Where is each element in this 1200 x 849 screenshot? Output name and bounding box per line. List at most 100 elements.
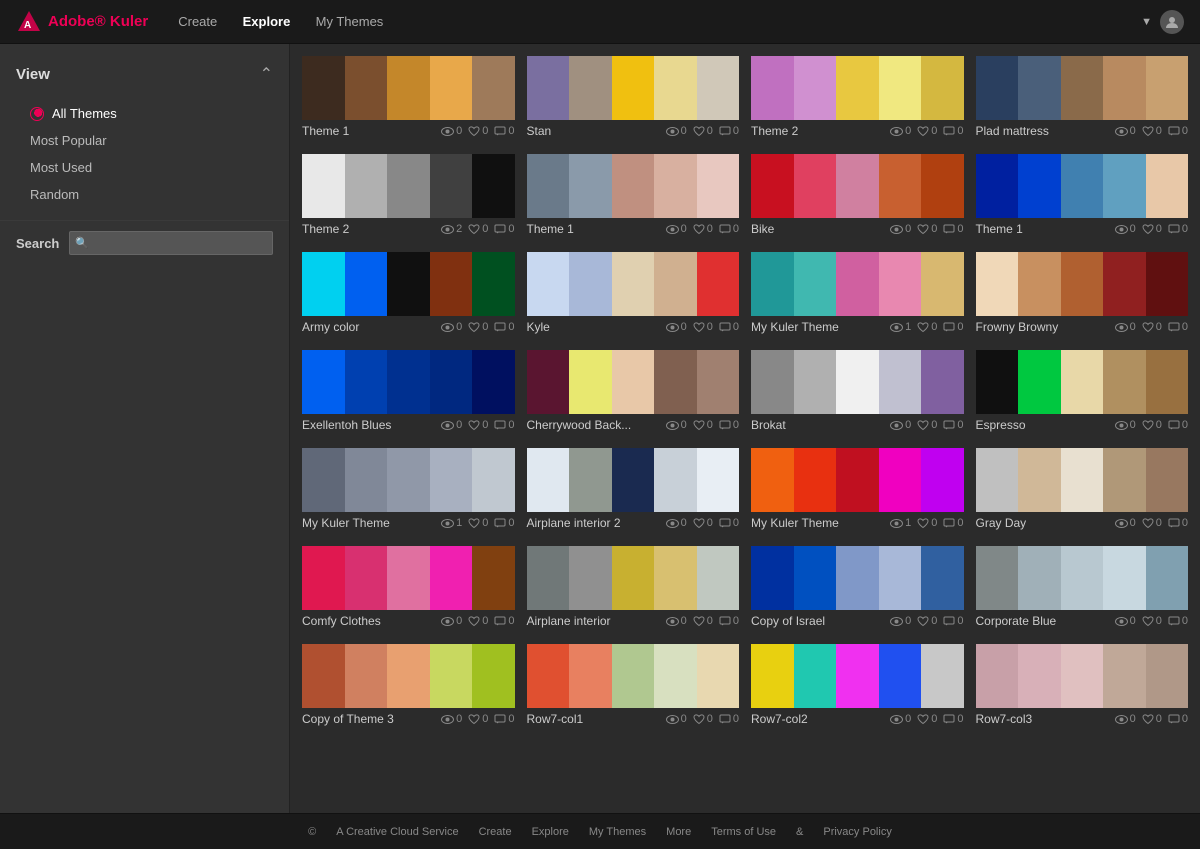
eye-icon (1115, 323, 1128, 332)
swatch-color (921, 546, 964, 610)
search-input[interactable] (69, 231, 273, 255)
theme-card[interactable]: My Kuler Theme 1 0 0 (751, 252, 964, 338)
heart-icon (917, 420, 929, 431)
swatch-color (1103, 154, 1146, 218)
theme-swatch (302, 546, 515, 610)
swatch-color (302, 56, 345, 120)
sidebar-item-all-themes[interactable]: All Themes (0, 100, 289, 127)
theme-swatch (527, 546, 740, 610)
footer-explore[interactable]: Explore (532, 826, 569, 838)
theme-stats: 0 0 0 (1115, 223, 1188, 235)
theme-card[interactable]: Exellentoh Blues 0 0 0 (302, 350, 515, 436)
likes-stat: 0 (693, 517, 713, 529)
theme-card[interactable]: Airplane interior 2 0 0 0 (527, 448, 740, 534)
footer-terms[interactable]: Terms of Use (711, 826, 776, 838)
swatch-color (569, 644, 612, 708)
theme-stats: 0 0 0 (890, 419, 963, 431)
theme-card[interactable]: Theme 2 2 0 0 (302, 154, 515, 240)
theme-stats: 0 0 0 (666, 125, 739, 137)
sidebar-view-header: View ⌃ (0, 56, 289, 92)
swatch-color (345, 448, 388, 512)
theme-card[interactable]: My Kuler Theme 1 0 0 (751, 448, 964, 534)
theme-card[interactable]: Corporate Blue 0 0 0 (976, 546, 1189, 632)
heart-icon (1142, 224, 1154, 235)
likes-stat: 0 (917, 125, 937, 137)
theme-card[interactable]: Airplane interior 0 0 0 (527, 546, 740, 632)
nav-create[interactable]: Create (178, 14, 217, 29)
theme-card[interactable]: Row7-col1 0 0 0 (527, 644, 740, 730)
theme-card[interactable]: Row7-col2 0 0 0 (751, 644, 964, 730)
dropdown-arrow-icon[interactable]: ▼ (1141, 16, 1152, 28)
swatch-color (836, 448, 879, 512)
swatch-color (387, 546, 430, 610)
theme-stats: 0 0 0 (890, 223, 963, 235)
theme-stats: 0 0 0 (441, 615, 514, 627)
theme-card[interactable]: Army color 0 0 0 (302, 252, 515, 338)
theme-name: Gray Day (976, 516, 1115, 530)
theme-card[interactable]: Theme 2 0 0 0 (751, 56, 964, 142)
theme-swatch (527, 644, 740, 708)
theme-stats: 0 0 0 (666, 615, 739, 627)
nav-my-themes[interactable]: My Themes (316, 14, 384, 29)
nav-explore[interactable]: Explore (243, 14, 291, 29)
heart-icon (1142, 714, 1154, 725)
theme-card[interactable]: Frowny Browny 0 0 0 (976, 252, 1189, 338)
sidebar-item-random[interactable]: Random (0, 181, 289, 208)
footer: © A Creative Cloud Service Create Explor… (0, 813, 1200, 849)
theme-card[interactable]: Copy of Israel 0 0 0 (751, 546, 964, 632)
theme-card[interactable]: Stan 0 0 0 (527, 56, 740, 142)
swatch-color (612, 644, 655, 708)
swatch-color (921, 252, 964, 316)
swatch-color (921, 448, 964, 512)
theme-card[interactable]: Theme 1 0 0 0 (302, 56, 515, 142)
swatch-color (1018, 448, 1061, 512)
footer-privacy[interactable]: Privacy Policy (823, 826, 891, 838)
eye-icon (441, 715, 454, 724)
heart-icon (693, 420, 705, 431)
theme-card[interactable]: Espresso 0 0 0 (976, 350, 1189, 436)
eye-icon (890, 617, 903, 626)
theme-stats: 0 0 0 (441, 321, 514, 333)
themes-content: Theme 1 0 0 0Stan 0 0 0Theme 2 0 0 0Plad… (290, 44, 1200, 813)
theme-name: Stan (527, 124, 666, 138)
user-avatar[interactable] (1160, 10, 1184, 34)
theme-card[interactable]: My Kuler Theme 1 0 0 (302, 448, 515, 534)
search-label: Search (16, 236, 59, 251)
swatch-color (527, 546, 570, 610)
sidebar-item-most-popular[interactable]: Most Popular (0, 127, 289, 154)
footer-my-themes[interactable]: My Themes (589, 826, 646, 838)
eye-icon (666, 617, 679, 626)
comment-icon (494, 420, 506, 431)
theme-card[interactable]: Gray Day 0 0 0 (976, 448, 1189, 534)
theme-swatch (302, 252, 515, 316)
footer-more[interactable]: More (666, 826, 691, 838)
theme-card[interactable]: Copy of Theme 3 0 0 0 (302, 644, 515, 730)
theme-card[interactable]: Bike 0 0 0 (751, 154, 964, 240)
theme-card[interactable]: Theme 1 0 0 0 (976, 154, 1189, 240)
theme-card[interactable]: Comfy Clothes 0 0 0 (302, 546, 515, 632)
swatch-color (1103, 448, 1146, 512)
swatch-color (794, 546, 837, 610)
swatch-color (1061, 546, 1104, 610)
swatch-color (345, 350, 388, 414)
theme-card[interactable]: Kyle 0 0 0 (527, 252, 740, 338)
theme-card[interactable]: Cherrywood Back... 0 0 0 (527, 350, 740, 436)
heart-icon (468, 616, 480, 627)
theme-swatch (976, 56, 1189, 120)
swatch-color (527, 644, 570, 708)
footer-create[interactable]: Create (479, 826, 512, 838)
collapse-icon[interactable]: ⌃ (260, 64, 273, 84)
most-used-label: Most Used (30, 160, 92, 175)
views-stat: 0 (1115, 615, 1136, 627)
theme-name: Copy of Israel (751, 614, 890, 628)
theme-card[interactable]: Plad mattress 0 0 0 (976, 56, 1189, 142)
theme-name: Bike (751, 222, 890, 236)
comment-icon (943, 322, 955, 333)
theme-card[interactable]: Row7-col3 0 0 0 (976, 644, 1189, 730)
comments-stat: 0 (943, 517, 963, 529)
theme-card[interactable]: Theme 1 0 0 0 (527, 154, 740, 240)
sidebar-item-most-used[interactable]: Most Used (0, 154, 289, 181)
comments-stat: 0 (943, 713, 963, 725)
theme-card[interactable]: Brokat 0 0 0 (751, 350, 964, 436)
theme-name: Theme 2 (751, 124, 890, 138)
